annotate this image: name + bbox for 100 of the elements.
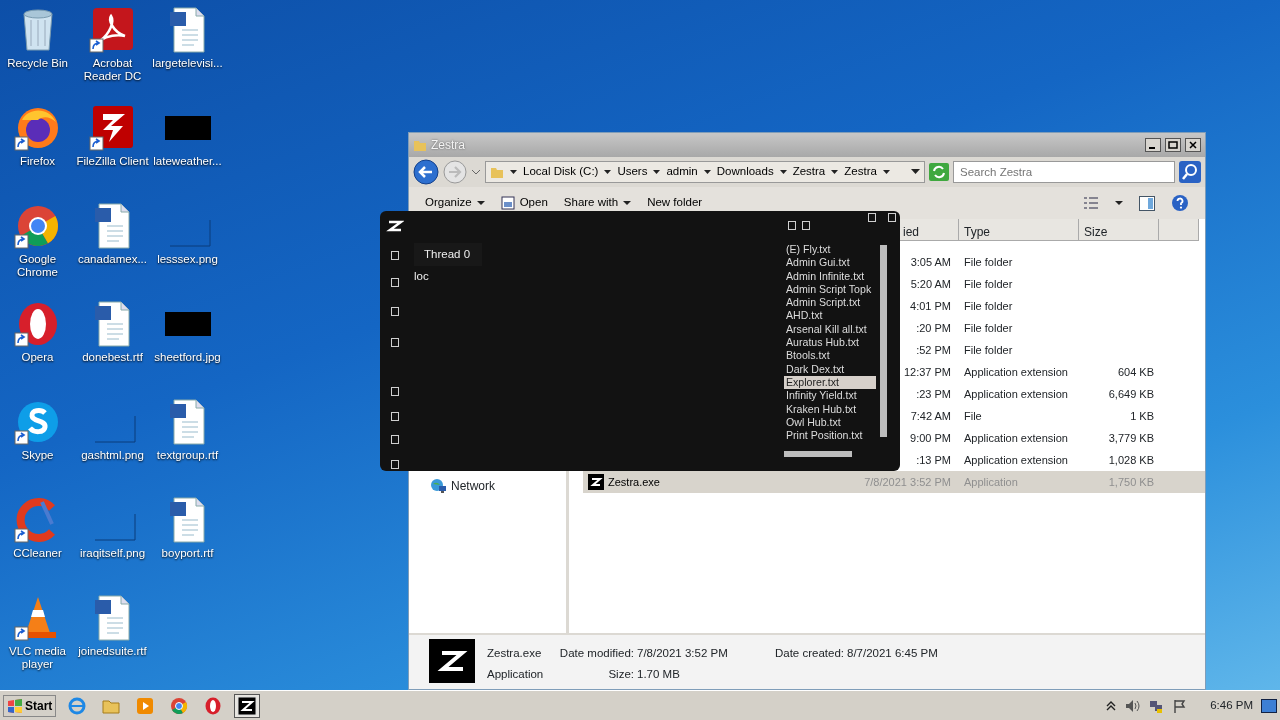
script-item[interactable]: Arsenal Kill all.txt [784,322,876,337]
square-button[interactable] [391,435,399,444]
icon-label[interactable]: FileZilla Client [76,155,149,168]
icon-label[interactable]: boyport.rtf [161,547,214,560]
type-cell-text: Application extension [963,430,1069,446]
script-item[interactable]: Explorer.txt [784,375,876,390]
date-cell: 3:05 AM [910,255,951,268]
icon-label[interactable]: Skype [21,449,54,462]
code-text: loc [414,269,430,285]
square-button[interactable] [391,412,399,421]
show-desktop-button[interactable] [1261,698,1277,713]
preview-pane-icon[interactable] [1139,195,1155,211]
square-button[interactable] [391,338,399,347]
window-button[interactable] [868,213,876,222]
toolbar-button[interactable]: Organize [425,194,485,212]
icon-label[interactable]: iraqitself.png [79,547,146,560]
square-button[interactable] [391,307,399,316]
square-button[interactable] [391,251,399,260]
view-options-icon[interactable] [1083,196,1099,210]
caret-icon[interactable] [604,169,612,175]
search-field[interactable]: Search Zestra [953,161,1175,183]
column-header[interactable]: Size [1079,219,1159,241]
caret-icon[interactable] [831,169,839,175]
square-button[interactable] [391,460,399,469]
clock[interactable]: 6:46 PM [1210,696,1253,715]
chevron-icon[interactable] [1106,700,1117,711]
sidebar-item[interactable]: Network [451,477,495,495]
search-button[interactable] [1179,161,1201,183]
caret-icon[interactable] [1115,200,1123,206]
icon-label[interactable]: textgroup.rtf [156,449,219,462]
caret-icon[interactable] [653,169,661,175]
icon-label[interactable]: Recycle Bin [7,57,68,70]
start-button[interactable]: Start [3,694,57,717]
icon-label[interactable]: sheetford.jpg [154,351,221,364]
square-button[interactable] [391,278,399,287]
scrollbar[interactable] [880,245,887,437]
icon-label[interactable]: Acrobat Reader DC [75,57,150,83]
type-cell-text: Application extension [963,452,1069,468]
size-cell-text: 604 KB [1116,364,1155,380]
caret-icon[interactable] [510,169,517,175]
script-item[interactable]: Infinity Yield.txt [784,389,876,403]
breadcrumb[interactable]: Local Disk (C:) [523,163,599,181]
script-item[interactable]: Btools.txt [784,349,876,363]
caret-icon[interactable] [703,169,711,175]
file-name: Zestra.exe [487,646,543,661]
column-header[interactable]: ied [897,219,959,241]
breadcrumb[interactable]: Zestra [844,163,877,181]
breadcrumb[interactable]: Downloads [716,163,774,181]
script-item[interactable]: Auratus Hub.txt [784,336,876,350]
open-button[interactable]: Open [500,194,548,212]
field-label: Date created: [773,646,844,661]
minimize-button[interactable] [1145,138,1161,152]
script-item[interactable]: AHD.txt [784,309,876,323]
script-item[interactable]: Admin Script.txt [784,296,876,310]
close-button[interactable] [1185,138,1201,152]
script-item[interactable]: (E) Fly.txt [784,243,876,257]
icon-label[interactable]: CCleaner [13,547,62,560]
breadcrumb[interactable]: Users [617,163,648,181]
date-cell: 5:20 AM [910,277,951,290]
help-icon[interactable] [1171,194,1189,212]
toolbar-button[interactable]: New folder [647,194,703,212]
back-button[interactable] [413,159,439,185]
icon-label[interactable]: joinedsuite.rtf [78,645,147,658]
script-item[interactable]: Owl Hub.txt [784,415,876,430]
icon-label[interactable]: Google Chrome [0,253,75,279]
toolbar-button[interactable]: Share with [563,194,632,212]
breadcrumb[interactable]: admin [666,163,698,181]
icon-label[interactable]: Firefox [19,155,56,168]
icon-label[interactable]: Opera [21,351,54,364]
script-item[interactable]: Dark Dex.txt [784,362,876,376]
caret-icon [623,200,632,206]
script-item[interactable]: Admin Gui.txt [784,256,876,270]
dropdown-caret-icon[interactable] [911,169,920,175]
script-item[interactable]: Kraken Hub.txt [784,402,876,416]
script-item[interactable]: Print Position.txt [784,429,876,443]
icon-label[interactable]: VLC media player [0,645,75,671]
editor-tab[interactable]: Thread 0 [414,243,483,267]
type-cell-text: File folder [963,342,1014,358]
date-cell: :20 PM [916,321,951,334]
caret-icon[interactable] [779,169,787,175]
icon-label[interactable]: lateweather... [153,155,222,168]
icon-label[interactable]: donebest.rtf [82,351,143,364]
icon-label[interactable]: gashtml.png [81,449,144,462]
script-item[interactable]: Admin Script Topk [784,282,876,297]
icon-label[interactable]: largetelevisi... [152,57,223,70]
script-item[interactable]: Admin Infinite.txt [784,269,876,283]
icon-label[interactable]: lesssex.png [157,253,218,266]
type-cell-text: Application [963,474,1019,490]
square-button[interactable] [391,387,399,396]
scrollbar[interactable] [784,451,852,457]
address-bar[interactable]: Local Disk (C:) Users admin Downloads Zestra Zestra [485,161,925,183]
breadcrumb[interactable]: Zestra [792,163,826,181]
caret-icon[interactable] [882,169,890,175]
refresh-button[interactable] [929,163,949,181]
file-row[interactable]: Zestra.exe 7/8/2021 3:52 PM Application 1,750 KB [583,471,1205,493]
window-button[interactable] [888,213,896,222]
field-value: 1.70 MB [637,667,681,683]
icon-label[interactable]: canadamex... [77,253,147,266]
maximize-button[interactable] [1165,138,1181,152]
column-header[interactable]: Type [959,219,1079,241]
